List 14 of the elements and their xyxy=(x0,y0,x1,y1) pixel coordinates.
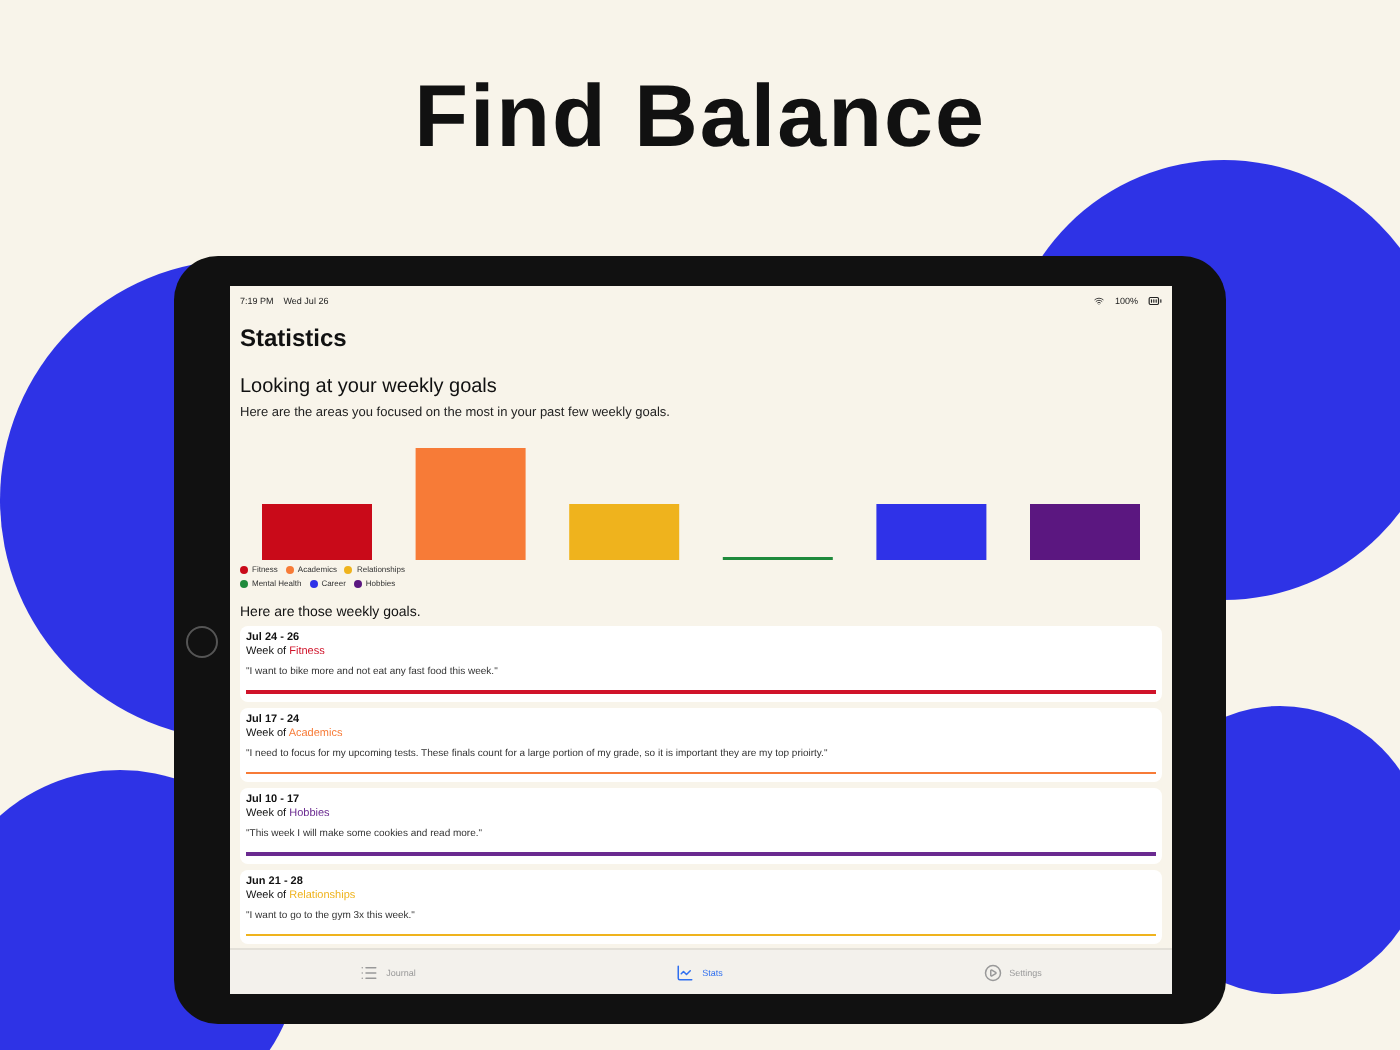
chart-bar xyxy=(876,504,987,560)
play-circle-icon xyxy=(983,963,1002,981)
home-button[interactable] xyxy=(186,626,218,658)
chart-bar xyxy=(1030,504,1140,560)
section-heading: Looking at your weekly goals xyxy=(240,376,499,398)
chart-bar xyxy=(262,504,372,560)
wifi-icon xyxy=(1094,295,1105,305)
list-icon xyxy=(360,963,379,981)
headline: Find Balance xyxy=(414,68,986,170)
line-chart-icon xyxy=(676,963,695,981)
battery-icon xyxy=(1148,293,1162,307)
chart-bar xyxy=(415,448,526,560)
chart-bar xyxy=(569,504,680,560)
screen-title: Statistics xyxy=(240,324,349,352)
